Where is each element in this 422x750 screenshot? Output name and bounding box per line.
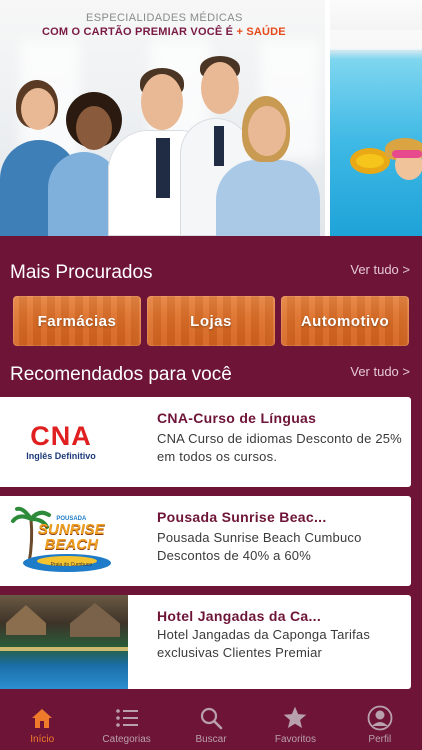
recommendation-card-hotel[interactable]: Hotel Jangadas da Ca... Hotel Jangadas d… [0, 595, 411, 689]
hotel-lights-image [0, 647, 128, 651]
category-button-automotivo[interactable]: Automotivo [281, 296, 409, 346]
tab-inicio[interactable]: Início [0, 698, 84, 750]
goggles-image [392, 150, 422, 158]
tab-label: Perfil [368, 734, 392, 745]
tab-categorias[interactable]: Categorias [84, 698, 168, 750]
banner-subtitle: ESPECIALIDADES MÉDICAS [86, 12, 243, 24]
home-icon [29, 705, 55, 731]
tab-label: Buscar [195, 734, 227, 745]
tab-favoritos[interactable]: Favoritos [253, 698, 337, 750]
card-description: Hotel Jangadas da Caponga Tarifas exclus… [157, 627, 371, 660]
recommendation-card-pousada[interactable]: POUSADA SUNRISE BEACH Praia do Cumbuco P… [0, 496, 411, 586]
profile-icon [367, 705, 393, 731]
tab-buscar[interactable]: Buscar [169, 698, 253, 750]
cna-logo-text: CNA [30, 421, 92, 451]
logo-word-beach: BEACH [44, 536, 99, 553]
card-description: CNA Curso de idiomas Desconto de 25% em … [157, 431, 402, 464]
recommended-title: Recomendados para você [10, 364, 232, 385]
hotel-photo [0, 595, 128, 689]
banner-slide-pool[interactable] [330, 0, 422, 236]
tab-perfil[interactable]: Perfil [338, 698, 422, 750]
cna-logo-subtext: Inglês Definitivo [26, 451, 96, 461]
star-icon [282, 705, 308, 731]
recommendation-card-cna[interactable]: CNA Inglês Definitivo CNA-Curso de Língu… [0, 397, 411, 487]
most-searched-see-all-link[interactable]: Ver tudo > [350, 262, 410, 277]
hotel-roof-image [70, 603, 120, 637]
card-title: Hotel Jangadas da Ca... [157, 608, 322, 624]
tab-label: Favoritos [274, 734, 316, 745]
logo-tagline: Praia do Cumbuco [50, 562, 93, 568]
category-button-lojas[interactable]: Lojas [147, 296, 275, 346]
category-label: Lojas [190, 312, 232, 330]
banner-title-prefix: COM O CARTÃO PREMIAR VOCÊ É [42, 26, 234, 38]
card-title: Pousada Sunrise Beac... [157, 509, 327, 525]
category-label: Farmácias [37, 312, 117, 330]
search-icon [198, 705, 224, 731]
logo-word-sunrise: SUNRISE [38, 521, 105, 538]
cna-logo: CNA Inglês Definitivo [0, 397, 128, 487]
banner-title-accent: + SAÚDE [236, 26, 286, 38]
card-title: CNA-Curso de Línguas [157, 410, 317, 426]
recommended-see-all-link[interactable]: Ver tudo > [350, 364, 410, 379]
category-button-farmacias[interactable]: Farmácias [13, 296, 141, 346]
most-searched-title: Mais Procurados [10, 262, 153, 283]
promo-banner[interactable]: ESPECIALIDADES MÉDICAS COM O CARTÃO PREM… [0, 0, 422, 236]
sunrise-beach-logo: POUSADA SUNRISE BEACH Praia do Cumbuco [0, 496, 128, 586]
banner-title: COM O CARTÃO PREMIAR VOCÊ É + SAÚDE [42, 26, 286, 38]
hotel-roof-image [6, 605, 46, 635]
banner-slide-doctors[interactable]: ESPECIALIDADES MÉDICAS COM O CARTÃO PREM… [0, 0, 325, 236]
tab-label: Início [30, 734, 55, 745]
bottom-tab-bar: Início Categorias Buscar Favoritos Perfi… [0, 698, 422, 750]
category-label: Automotivo [300, 312, 390, 330]
tab-label: Categorias [102, 734, 151, 745]
list-icon [114, 705, 140, 731]
card-description: Pousada Sunrise Beach Cumbuco Descontos … [157, 530, 362, 563]
pool-float-image [350, 148, 390, 174]
